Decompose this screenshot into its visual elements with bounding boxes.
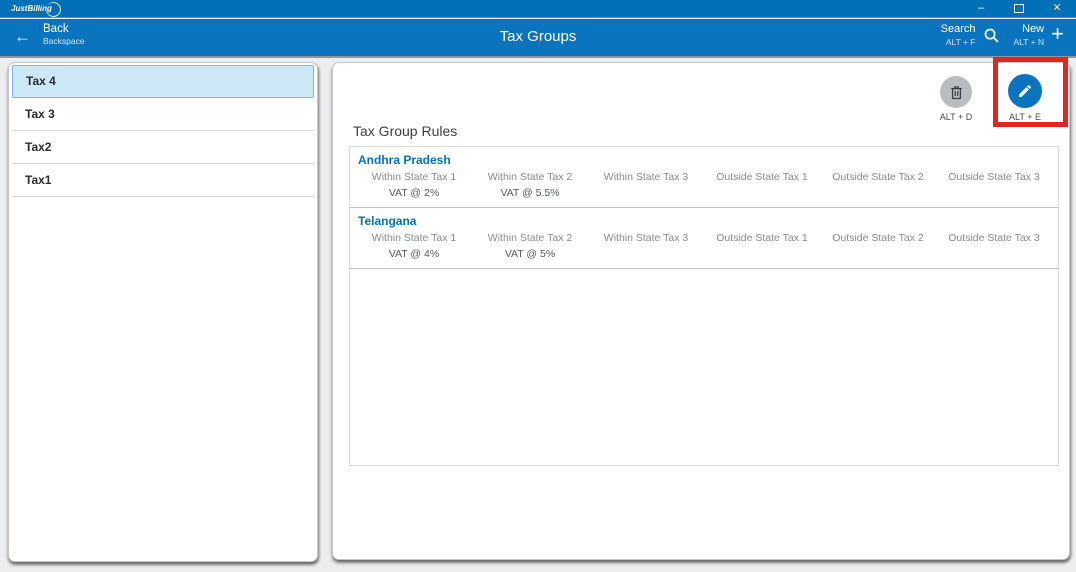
state-name: Telangana [358, 214, 1052, 228]
column-header: Outside State Tax 2 [820, 230, 936, 245]
search-button[interactable]: Search ALT + F [941, 22, 976, 47]
tax-value: VAT @ 2% [356, 184, 472, 207]
window-controls: – ✕ [962, 0, 1076, 17]
tax-value: VAT @ 5% [472, 245, 588, 268]
column-header: Outside State Tax 3 [936, 169, 1052, 184]
row-values: VAT @ 2% VAT @ 5.5% [356, 184, 1052, 207]
column-header: Within State Tax 1 [356, 230, 472, 245]
table-row: Andhra Pradesh Within State Tax 1 Within… [350, 147, 1058, 208]
column-header: Within State Tax 3 [588, 169, 704, 184]
tax-value [588, 245, 704, 268]
column-header: Outside State Tax 3 [936, 230, 1052, 245]
new-button[interactable]: New ALT + N [1014, 22, 1045, 47]
tax-value [704, 245, 820, 268]
list-item-tax3[interactable]: Tax 3 [12, 98, 314, 131]
tax-group-list: Tax 4 Tax 3 Tax2 Tax1 [8, 62, 318, 562]
logo-swoosh-icon [44, 0, 63, 19]
list-item-tax1[interactable]: Tax1 [12, 164, 314, 197]
app-logo: JustBilling [8, 3, 61, 14]
close-button[interactable]: ✕ [1038, 0, 1076, 17]
tax-value [704, 184, 820, 207]
plus-icon[interactable]: + [1051, 21, 1064, 47]
trash-icon [948, 84, 965, 101]
delete-action: ALT + D [924, 76, 988, 122]
state-name: Andhra Pradesh [358, 153, 1052, 167]
column-headers: Within State Tax 1 Within State Tax 2 Wi… [356, 169, 1052, 184]
tax-value [936, 184, 1052, 207]
row-values: VAT @ 4% VAT @ 5% [356, 245, 1052, 268]
edit-button[interactable] [1008, 74, 1042, 108]
tax-value: VAT @ 4% [356, 245, 472, 268]
tax-group-rules-table: Andhra Pradesh Within State Tax 1 Within… [349, 146, 1059, 466]
page-title: Tax Groups [0, 28, 1076, 45]
maximize-icon [1014, 4, 1024, 13]
column-header: Within State Tax 1 [356, 169, 472, 184]
delete-button[interactable] [940, 76, 972, 108]
tax-value [936, 245, 1052, 268]
column-header: Within State Tax 2 [472, 169, 588, 184]
new-label: New [1022, 22, 1044, 36]
column-headers: Within State Tax 1 Within State Tax 2 Wi… [356, 230, 1052, 245]
tax-value [588, 184, 704, 207]
tax-value [820, 245, 936, 268]
edit-action: ALT + E [993, 74, 1057, 122]
search-shortcut: ALT + F [946, 37, 976, 48]
search-label: Search [941, 22, 976, 36]
column-header: Within State Tax 3 [588, 230, 704, 245]
section-title: Tax Group Rules [353, 123, 457, 139]
maximize-button[interactable] [1000, 0, 1038, 17]
list-item-tax4[interactable]: Tax 4 [12, 65, 314, 98]
list-item-tax2[interactable]: Tax2 [12, 131, 314, 164]
column-header: Outside State Tax 2 [820, 169, 936, 184]
header-actions: Search ALT + F New ALT + N + [941, 21, 1070, 49]
table-row: Telangana Within State Tax 1 Within Stat… [350, 208, 1058, 269]
column-header: Within State Tax 2 [472, 230, 588, 245]
app-window: JustBilling – ✕ ← Back Backspace Tax Gro… [0, 0, 1076, 572]
tax-value [820, 184, 936, 207]
minimize-button[interactable]: – [962, 0, 1000, 17]
column-header: Outside State Tax 1 [704, 230, 820, 245]
page-header: ← Back Backspace Tax Groups Search ALT +… [0, 19, 1076, 56]
close-icon: ✕ [1052, 3, 1061, 14]
column-header: Outside State Tax 1 [704, 169, 820, 184]
tax-value: VAT @ 5.5% [472, 184, 588, 207]
pencil-icon [1017, 83, 1033, 99]
new-shortcut: ALT + N [1014, 37, 1045, 48]
minimize-icon: – [978, 3, 984, 14]
delete-shortcut: ALT + D [940, 112, 972, 122]
edit-shortcut: ALT + E [1009, 112, 1041, 122]
search-icon[interactable] [983, 27, 1000, 44]
tax-group-detail: ALT + D ALT + E Tax Group Rules Andhra P… [332, 62, 1070, 560]
title-bar: JustBilling – ✕ [0, 0, 1076, 18]
